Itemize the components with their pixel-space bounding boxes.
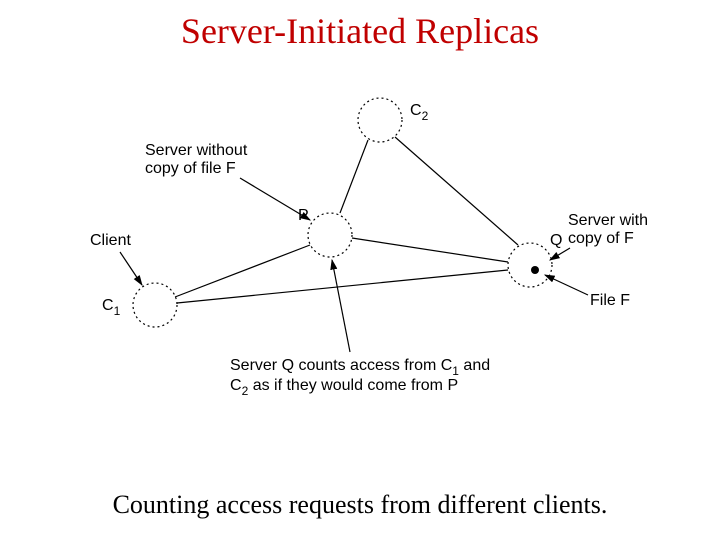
edge-c1-p xyxy=(175,245,310,297)
file-dot xyxy=(531,266,539,274)
node-c1 xyxy=(133,283,177,327)
edge-p-q xyxy=(352,238,508,262)
node-q xyxy=(508,243,552,287)
arrow-server-with xyxy=(550,248,570,260)
label-q: Q xyxy=(550,232,562,249)
label-file-f: File F xyxy=(590,292,630,309)
edge-c2-q xyxy=(395,137,518,245)
edge-c2-p xyxy=(340,140,368,213)
network-diagram: C2 P Q C1 Server without copy of file F … xyxy=(60,80,660,440)
label-bottom-2: C2 as if they would come from P xyxy=(230,377,458,398)
label-server-without-1: Server without xyxy=(145,142,248,159)
arrow-server-without xyxy=(240,178,310,220)
arrow-bottom xyxy=(332,260,350,352)
node-p xyxy=(308,213,352,257)
label-server-with-2: copy of F xyxy=(568,230,634,247)
edge-c1-q xyxy=(177,270,508,303)
node-c2 xyxy=(358,98,402,142)
label-c1: C1 xyxy=(102,297,121,318)
arrow-client xyxy=(120,252,142,285)
page-title: Server-Initiated Replicas xyxy=(0,10,720,52)
label-server-without-2: copy of file F xyxy=(145,160,236,177)
label-bottom-1: Server Q counts access from C1 and xyxy=(230,357,490,378)
label-server-with-1: Server with xyxy=(568,212,648,229)
caption: Counting access requests from different … xyxy=(0,490,720,520)
label-client: Client xyxy=(90,232,131,249)
arrow-file-f xyxy=(545,275,588,295)
label-c2: C2 xyxy=(410,102,429,123)
